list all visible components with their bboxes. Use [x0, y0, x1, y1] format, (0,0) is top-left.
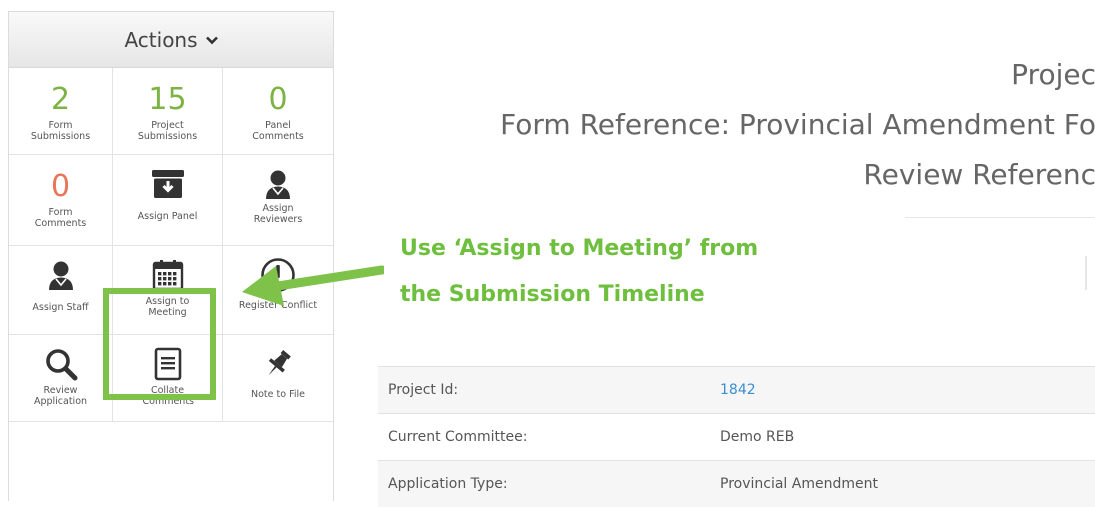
assign-reviewers-button[interactable]: Assign Reviewers	[223, 155, 333, 246]
assign-to-meeting-label: Assign to Meeting	[145, 296, 190, 318]
callout-line-1: Use ‘Assign to Meeting’ from	[400, 236, 759, 261]
collate-comments-label: Collate Comments	[142, 385, 195, 407]
table-row: Current Committee: Demo REB	[378, 413, 1095, 460]
instruction-callout: Use ‘Assign to Meeting’ from the Submiss…	[400, 226, 758, 318]
application-type-label: Application Type:	[388, 476, 508, 492]
form-comments-tile[interactable]: 0 Form Comments	[9, 155, 113, 246]
assign-staff-button[interactable]: Assign Staff	[9, 246, 113, 335]
form-submissions-label: Form Submissions	[30, 120, 91, 142]
document-icon	[154, 347, 182, 381]
archive-box-icon	[151, 167, 185, 201]
review-application-label: Review Application	[33, 385, 88, 407]
assign-to-meeting-button[interactable]: Assign to Meeting	[113, 246, 223, 335]
person-icon	[260, 167, 296, 201]
table-row: Project Id: 1842	[378, 366, 1095, 413]
project-submissions-count: 15	[148, 82, 187, 117]
callout-line-2: the Submission Timeline	[400, 282, 705, 307]
chevron-down-icon	[205, 34, 218, 48]
form-submissions-tile[interactable]: 2 Form Submissions	[9, 68, 113, 155]
magnifier-icon	[44, 347, 78, 381]
form-submissions-count: 2	[50, 82, 71, 117]
review-reference-heading: Review Referenc	[863, 158, 1095, 191]
assign-staff-label: Assign Staff	[32, 302, 89, 313]
person-icon	[43, 258, 79, 292]
panel-comments-count: 0	[268, 82, 288, 117]
pushpin-icon	[260, 347, 296, 381]
project-details-table: Project Id: 1842 Current Committee: Demo…	[378, 366, 1095, 507]
project-heading: Projec	[1011, 58, 1095, 91]
actions-dropdown-toggle[interactable]: Actions	[9, 12, 333, 68]
project-submissions-label: Project Submissions	[137, 120, 198, 142]
note-to-file-button[interactable]: Note to File	[223, 335, 333, 422]
collate-comments-button[interactable]: Collate Comments	[113, 335, 223, 422]
calendar-icon	[152, 258, 184, 292]
assign-reviewers-label: Assign Reviewers	[253, 203, 303, 225]
current-committee-value: Demo REB	[720, 429, 795, 445]
form-reference-heading: Form Reference: Provincial Amendment Fo	[500, 108, 1095, 141]
current-committee-label: Current Committee:	[388, 429, 528, 445]
project-id-link[interactable]: 1842	[720, 382, 1095, 398]
form-comments-count: 0	[50, 169, 71, 204]
project-id-label: Project Id:	[388, 382, 459, 398]
pointer-arrow	[238, 250, 387, 314]
application-type-value: Provincial Amendment	[720, 476, 878, 492]
panel-comments-tile[interactable]: 0 Panel Comments	[223, 68, 333, 155]
note-to-file-label: Note to File	[251, 389, 305, 400]
divider	[905, 217, 1095, 218]
assign-panel-label: Assign Panel	[137, 211, 198, 222]
review-application-button[interactable]: Review Application	[9, 335, 113, 422]
assign-panel-button[interactable]: Assign Panel	[113, 155, 223, 246]
actions-title: Actions	[124, 27, 198, 52]
form-comments-label: Form Comments	[34, 207, 87, 229]
project-submissions-tile[interactable]: 15 Project Submissions	[113, 68, 223, 155]
panel-comments-label: Panel Comments	[252, 120, 304, 142]
divider-vertical	[1085, 256, 1087, 290]
